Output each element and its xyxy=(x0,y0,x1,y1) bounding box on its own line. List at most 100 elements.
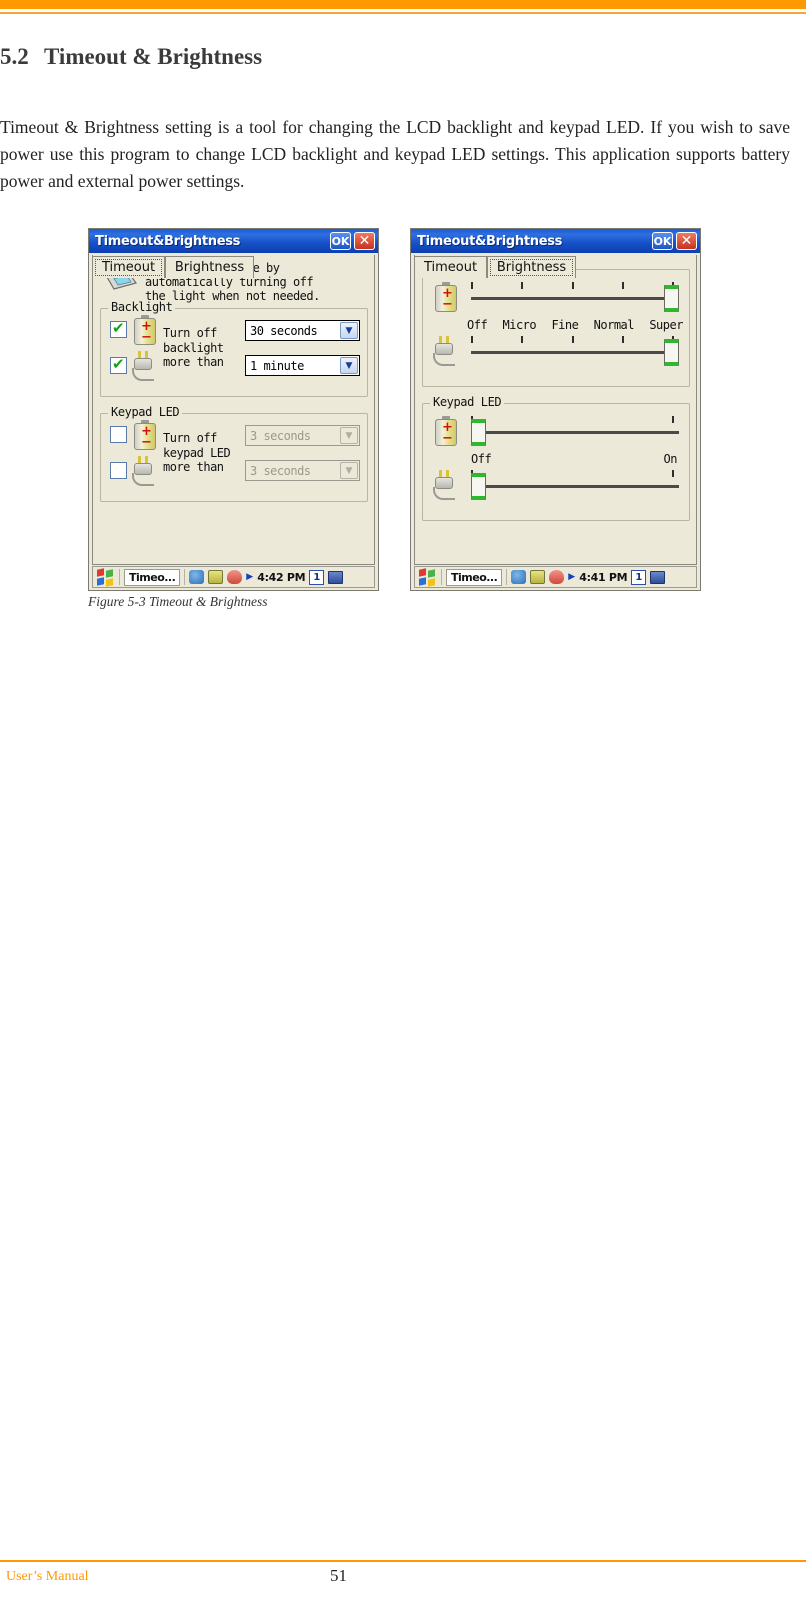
window-title: Timeout&Brightness xyxy=(95,233,241,249)
start-button-icon[interactable] xyxy=(96,567,115,587)
input-panel-indicator[interactable]: 1 xyxy=(631,569,647,585)
checkbox-keypad-external[interactable] xyxy=(110,462,127,479)
page-header-band xyxy=(0,0,806,9)
page-header-rule xyxy=(0,12,806,14)
chevron-right-icon[interactable]: ▶ xyxy=(568,572,575,582)
group-keypad-led: Keypad LED + − Off On xyxy=(422,395,690,521)
chevron-down-icon[interactable]: ▼ xyxy=(340,427,358,444)
client-area-timeout: Save battery life by automatically turni… xyxy=(92,255,375,565)
taskbar-task-button[interactable]: Timeo... xyxy=(124,568,181,586)
plug-icon xyxy=(132,351,158,381)
slider-thumb[interactable] xyxy=(664,285,679,312)
footer-label: User’s Manual xyxy=(6,1569,89,1584)
group-backlight: Backlight +− Off Micro Fine Normal Super xyxy=(422,261,690,387)
close-icon[interactable]: ✕ xyxy=(354,232,375,250)
taskbar-brightness: Timeo... ▶ 4:41 PM 1 xyxy=(414,566,697,588)
group-keypad-led: Keypad LED + − Turn off keypad LED 3 seco… xyxy=(100,405,368,502)
slider-keypad-external[interactable] xyxy=(471,467,679,501)
footer-page-number: 51 xyxy=(330,1566,347,1585)
divider xyxy=(506,569,508,585)
ok-button[interactable]: OK xyxy=(652,232,673,250)
slider-thumb[interactable] xyxy=(471,419,486,446)
section-title: Timeout & Brightness xyxy=(44,44,263,69)
tab-timeout[interactable]: Timeout xyxy=(92,256,165,278)
battery-status-icon[interactable] xyxy=(530,570,546,584)
input-panel-indicator[interactable]: 1 xyxy=(309,569,325,585)
tab-brightness[interactable]: Brightness xyxy=(165,256,254,278)
sync-icon[interactable] xyxy=(549,570,565,584)
keypad-scale-labels: Off On xyxy=(471,452,678,466)
sync-icon[interactable] xyxy=(227,570,243,584)
taskbar-clock[interactable]: 4:41 PM xyxy=(579,571,627,584)
scale-label-fine: Fine xyxy=(551,318,579,332)
backlight-scale-labels: Off Micro Fine Normal Super xyxy=(467,318,683,332)
chevron-down-icon[interactable]: ▼ xyxy=(340,322,358,339)
divider xyxy=(119,569,120,585)
slider-thumb[interactable] xyxy=(664,339,679,366)
scale-label-normal: Normal xyxy=(593,318,635,332)
battery-icon: + − xyxy=(435,416,457,446)
battery-icon: + − xyxy=(134,420,156,450)
checkbox-keypad-battery[interactable] xyxy=(110,426,127,443)
window-timeout-tab: Timeout&Brightness OK ✕ Timeout Brightne… xyxy=(88,228,379,591)
plug-icon xyxy=(132,456,158,486)
titlebar-brightness: Timeout&Brightness OK ✕ xyxy=(411,229,700,253)
taskbar-task-button[interactable]: Timeo... xyxy=(446,568,503,586)
ok-button[interactable]: OK xyxy=(330,232,351,250)
chevron-down-icon[interactable]: ▼ xyxy=(340,462,358,479)
label-more-than: more than xyxy=(163,355,224,369)
divider xyxy=(441,569,442,585)
network-icon[interactable] xyxy=(189,570,205,584)
window-title: Timeout&Brightness xyxy=(417,233,563,249)
plug-icon xyxy=(433,470,459,500)
start-button-icon[interactable] xyxy=(418,567,437,587)
group-backlight-title: Backlight xyxy=(108,300,176,314)
label-turn-off: Turn off xyxy=(163,431,217,445)
close-icon[interactable]: ✕ xyxy=(676,232,697,250)
slider-backlight-battery[interactable] xyxy=(471,279,679,313)
scale-label-super: Super xyxy=(649,318,683,332)
combo-backlight-external[interactable]: 1 minute ▼ xyxy=(245,355,360,376)
keyboard-icon[interactable] xyxy=(650,570,666,584)
section-number: 5.2 xyxy=(0,44,29,69)
scale-label-on: On xyxy=(663,452,678,466)
titlebar-timeout: Timeout&Brightness OK ✕ xyxy=(89,229,378,253)
page-title: 5.2 Timeout & Brightness xyxy=(0,44,770,70)
taskbar-clock[interactable]: 4:42 PM xyxy=(257,571,305,584)
group-keypad-led-title: Keypad LED xyxy=(430,395,505,409)
combo-keypad-battery[interactable]: 3 seconds ▼ xyxy=(245,425,360,446)
client-area-brightness: Backlight +− Off Micro Fine Normal Super xyxy=(414,255,697,565)
keyboard-icon[interactable] xyxy=(328,570,344,584)
tab-timeout[interactable]: Timeout xyxy=(414,256,487,278)
body-paragraph: Timeout & Brightness setting is a tool f… xyxy=(0,117,790,191)
chevron-down-icon[interactable]: ▼ xyxy=(340,357,358,374)
combo-keypad-external[interactable]: 3 seconds ▼ xyxy=(245,460,360,481)
label-turn-off: Turn off xyxy=(163,326,217,340)
chevron-right-icon[interactable]: ▶ xyxy=(246,572,253,582)
divider xyxy=(184,569,186,585)
battery-icon: + − xyxy=(134,315,156,345)
scale-label-off: Off xyxy=(467,318,488,332)
label-backlight: backlight xyxy=(163,341,224,355)
slider-backlight-external[interactable] xyxy=(471,333,679,367)
network-icon[interactable] xyxy=(511,570,527,584)
group-keypad-led-title: Keypad LED xyxy=(108,405,183,419)
checkbox-backlight-battery[interactable] xyxy=(110,319,127,338)
page-footer-rule xyxy=(0,1560,806,1562)
battery-icon: + − xyxy=(435,282,457,312)
slider-thumb[interactable] xyxy=(471,473,486,500)
tab-brightness[interactable]: Brightness xyxy=(487,256,576,278)
figure-caption: Figure 5-3 Timeout & Brightness xyxy=(88,594,268,609)
window-brightness-tab: Timeout&Brightness OK ✕ Timeout Brightne… xyxy=(410,228,701,591)
combo-backlight-external-value: 1 minute xyxy=(250,358,304,373)
battery-status-icon[interactable] xyxy=(208,570,224,584)
combo-keypad-external-value: 3 seconds xyxy=(250,463,311,478)
plug-icon xyxy=(433,336,459,366)
label-keypad-led: keypad LED xyxy=(163,446,231,460)
label-more-than: more than xyxy=(163,460,224,474)
slider-keypad-battery[interactable] xyxy=(471,413,679,447)
combo-backlight-battery[interactable]: 30 seconds ▼ xyxy=(245,320,360,341)
scale-label-micro: Micro xyxy=(502,318,537,332)
checkbox-backlight-external[interactable] xyxy=(110,355,127,374)
combo-backlight-battery-value: 30 seconds xyxy=(250,323,318,338)
